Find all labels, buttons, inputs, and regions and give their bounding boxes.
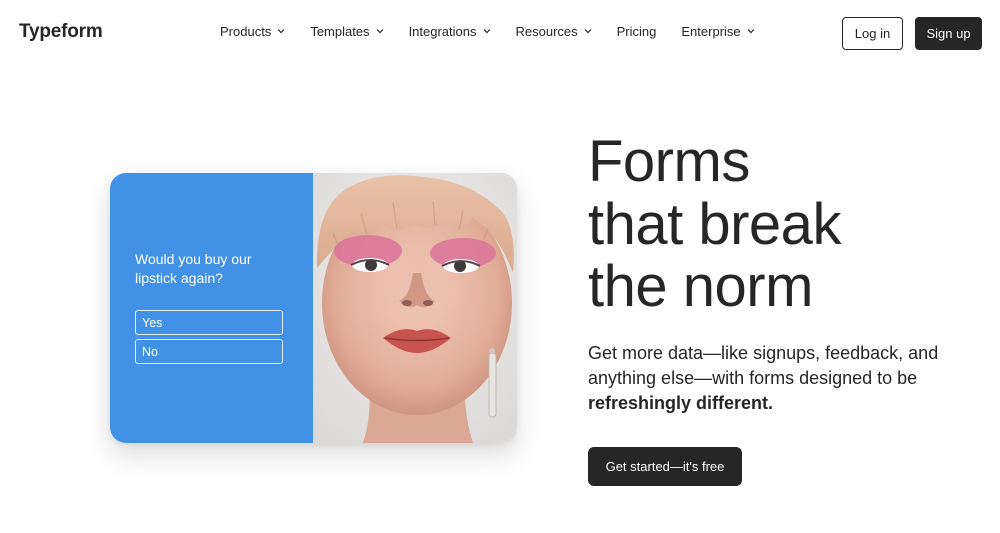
- nav-item-label: Resources: [515, 24, 578, 39]
- nav-item-integrations[interactable]: Integrations: [409, 24, 491, 39]
- form-question-panel: Would you buy our lipstick again? Yes No: [110, 173, 313, 443]
- hero-title: Forms that break the norm: [588, 129, 841, 319]
- chevron-down-icon: [584, 27, 592, 35]
- chevron-down-icon: [277, 27, 285, 35]
- nav-item-label: Pricing: [616, 24, 657, 39]
- hero-title-line: the norm: [588, 254, 813, 319]
- chevron-down-icon: [376, 27, 384, 35]
- hero-title-line: that break: [588, 191, 841, 257]
- chevron-down-icon: [483, 27, 491, 35]
- portrait-illustration: [313, 173, 517, 443]
- typeform-logo[interactable]: Typeform: [19, 21, 103, 43]
- main-nav: Products Templates Integrations Resource…: [220, 24, 780, 39]
- choice-yes[interactable]: Yes: [135, 310, 283, 335]
- get-started-button[interactable]: Get started—it's free: [588, 447, 742, 486]
- portrait-photo: [313, 173, 517, 443]
- nav-item-label: Enterprise: [681, 24, 741, 39]
- nav-item-label: Templates: [310, 24, 370, 39]
- site-header: Typeform Products Templates Integrations…: [0, 0, 1000, 66]
- form-preview-card: Would you buy our lipstick again? Yes No: [110, 173, 517, 443]
- nav-item-label: Integrations: [408, 24, 477, 39]
- login-button[interactable]: Log in: [842, 17, 903, 50]
- nav-item-templates[interactable]: Templates: [310, 24, 383, 39]
- hero-subtitle-text: Get more data—like signups, feedback, an…: [588, 343, 939, 388]
- nav-item-pricing[interactable]: Pricing: [617, 24, 657, 39]
- hero-title-line: Forms: [588, 129, 750, 194]
- nav-item-resources[interactable]: Resources: [516, 24, 592, 39]
- hero-subtitle-emphasis: refreshingly different.: [588, 393, 774, 413]
- nav-item-label: Products: [220, 24, 272, 39]
- signup-button[interactable]: Sign up: [915, 17, 982, 50]
- choice-no[interactable]: No: [135, 339, 283, 364]
- nav-item-products[interactable]: Products: [220, 24, 285, 39]
- hero-subtitle: Get more data—like signups, feedback, an…: [588, 341, 958, 416]
- form-question: Would you buy our lipstick again?: [135, 251, 252, 286]
- nav-item-enterprise[interactable]: Enterprise: [681, 24, 755, 39]
- chevron-down-icon: [747, 27, 755, 35]
